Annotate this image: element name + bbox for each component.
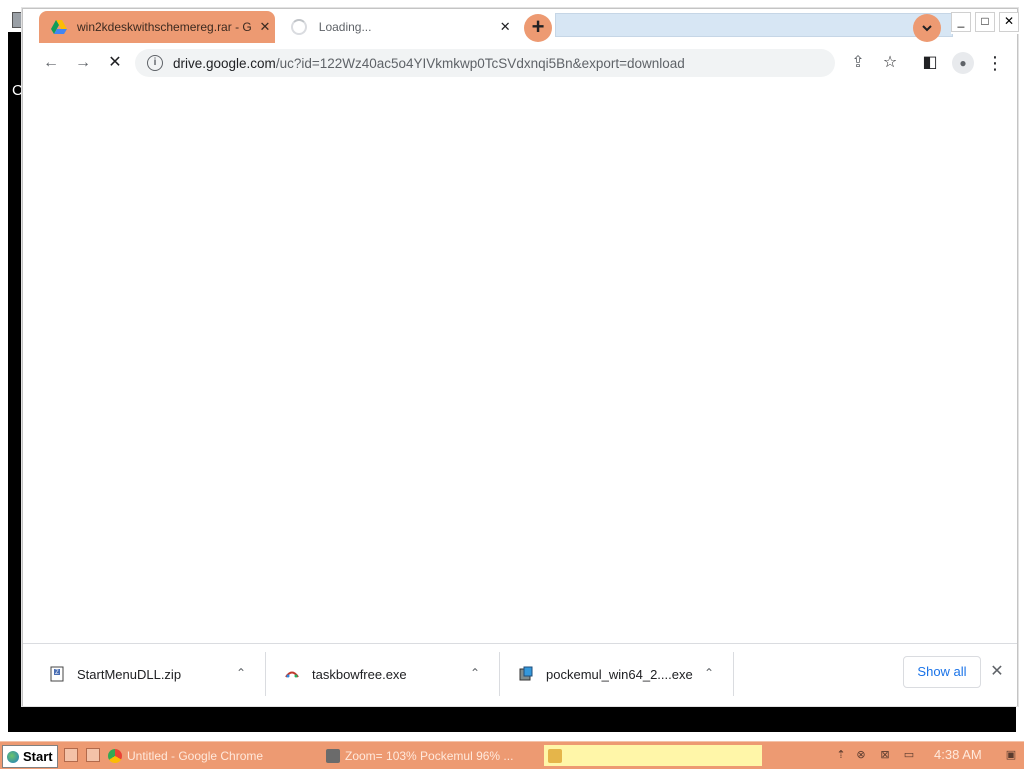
tab-drive-download[interactable]: win2kdeskwithschemereg.rar - G ✕ (39, 11, 275, 43)
download-filename: taskbowfree.exe (312, 666, 407, 682)
url-text[interactable]: drive.google.com/uc?id=122Wz40ac5o4YIVkm… (173, 56, 685, 71)
tray-network-error-icon[interactable]: ⊗ (854, 748, 868, 762)
side-panel-icon[interactable]: ◧ (920, 53, 940, 73)
svg-text:Z: Z (55, 670, 59, 676)
taskbar-task-active[interactable] (544, 745, 762, 766)
download-item[interactable]: taskbowfree.exe ⌃ (266, 652, 500, 696)
kebab-menu-icon[interactable]: ⋮ (985, 53, 1005, 73)
taskbar-task-pockemul[interactable]: Zoom= 103% Pockemul 96% ... (322, 745, 522, 766)
show-all-downloads-button[interactable]: Show all (903, 656, 981, 688)
taskbar: Start Untitled - Google Chrome Zoom= 103… (0, 741, 1024, 769)
url-path: /uc?id=122Wz40ac5o4YIVkmkwp0TcSVdxnqi5Bn… (275, 55, 685, 71)
address-bar[interactable]: i drive.google.com/uc?id=122Wz40ac5o4YIV… (135, 49, 835, 77)
chevron-up-icon[interactable]: ⌃ (467, 665, 483, 681)
close-window-button[interactable]: ✕ (999, 12, 1019, 32)
bookmark-star-icon[interactable]: ☆ (880, 53, 900, 73)
window-controls: _ □ ✕ (951, 12, 1019, 34)
quicklaunch-app-icon[interactable] (86, 748, 100, 762)
chrome-icon (108, 748, 122, 763)
chevron-up-icon[interactable]: ⌃ (701, 665, 717, 681)
taskbar-clock[interactable]: 4:38 AM (934, 747, 982, 762)
maximize-button[interactable]: □ (975, 12, 995, 32)
download-filename: pockemul_win64_2....exe (546, 666, 693, 682)
download-filename: StartMenuDLL.zip (77, 666, 182, 682)
tray-arrow-up-icon[interactable]: ⇡ (834, 748, 848, 762)
url-host: drive.google.com (173, 55, 276, 71)
tab-title: Loading... (318, 20, 372, 34)
tab-strip-empty-area (555, 13, 953, 37)
chrome-window: win2kdeskwithschemereg.rar - G ✕ Loading… (22, 8, 1019, 706)
calculator-icon (326, 748, 340, 763)
windows-logo-icon (7, 750, 19, 763)
tab-title: win2kdeskwithschemereg.rar - G (77, 20, 252, 34)
download-shelf: Z StartMenuDLL.zip ⌃ taskbowfree.exe ⌃ p… (23, 643, 1017, 706)
chevron-up-icon[interactable]: ⌃ (233, 665, 249, 681)
info-icon[interactable]: i (147, 55, 163, 71)
download-item[interactable]: Z StartMenuDLL.zip ⌃ (31, 652, 266, 696)
folder-download-icon (548, 748, 562, 763)
download-item[interactable]: pockemul_win64_2....exe ⌃ (500, 652, 734, 696)
tray-display-icon[interactable]: ▭ (902, 748, 916, 762)
exe-file-icon (285, 671, 299, 678)
task-label: Untitled - Google Chrome (127, 748, 264, 763)
chevron-down-icon (922, 25, 932, 32)
tray-security-error-icon[interactable]: ⊠ (878, 748, 892, 762)
tab-close-icon[interactable]: ✕ (257, 19, 273, 35)
share-icon[interactable]: ⇪ (848, 53, 868, 73)
tab-loading[interactable]: Loading... ✕ (277, 11, 513, 43)
zip-file-icon: Z (50, 666, 64, 682)
forward-arrow-icon[interactable]: → (73, 53, 93, 73)
page-content (23, 81, 1017, 643)
profile-avatar-icon[interactable]: ● (952, 52, 974, 74)
taskbar-task-chrome[interactable]: Untitled - Google Chrome (104, 745, 308, 766)
stop-loading-icon[interactable]: ✕ (105, 53, 125, 73)
start-label: Start (23, 749, 53, 764)
start-button[interactable]: Start (2, 745, 58, 768)
new-tab-button[interactable]: + (524, 14, 552, 42)
tab-search-button[interactable] (913, 14, 941, 42)
tab-strip: win2kdeskwithschemereg.rar - G ✕ Loading… (23, 9, 1019, 45)
minimize-button[interactable]: _ (951, 12, 971, 32)
tab-close-icon[interactable]: ✕ (497, 19, 513, 35)
google-drive-icon (51, 19, 67, 35)
installer-icon (519, 666, 533, 681)
quicklaunch-desktop-icon[interactable] (64, 748, 78, 762)
task-label: Zoom= 103% Pockemul 96% ... (345, 748, 514, 763)
close-download-shelf-icon[interactable]: ✕ (989, 664, 1005, 680)
loading-spinner-icon (291, 19, 307, 35)
back-arrow-icon[interactable]: ← (41, 53, 61, 73)
tray-show-desktop-icon[interactable]: ▣ (1004, 748, 1018, 762)
browser-toolbar: ← → ✕ i drive.google.com/uc?id=122Wz40ac… (23, 45, 1017, 82)
